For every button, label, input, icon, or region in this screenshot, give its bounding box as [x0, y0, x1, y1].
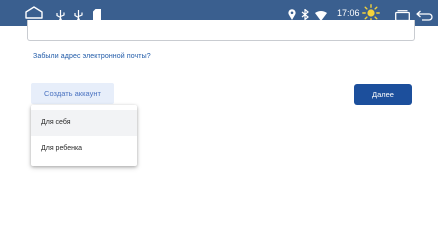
- menu-item-for-myself[interactable]: Для себя: [31, 110, 137, 136]
- status-time: 17:06: [337, 8, 360, 18]
- account-type-menu: Для себя Для ребенка: [31, 105, 137, 166]
- forgot-email-link[interactable]: Забыли адрес электронной почты?: [33, 52, 151, 62]
- menu-item-for-child[interactable]: Для ребенка: [31, 136, 137, 162]
- back-icon[interactable]: [416, 8, 433, 26]
- next-button[interactable]: Далее: [354, 84, 412, 105]
- email-field[interactable]: [27, 20, 415, 41]
- create-account-button[interactable]: Создать аккаунт: [31, 83, 114, 104]
